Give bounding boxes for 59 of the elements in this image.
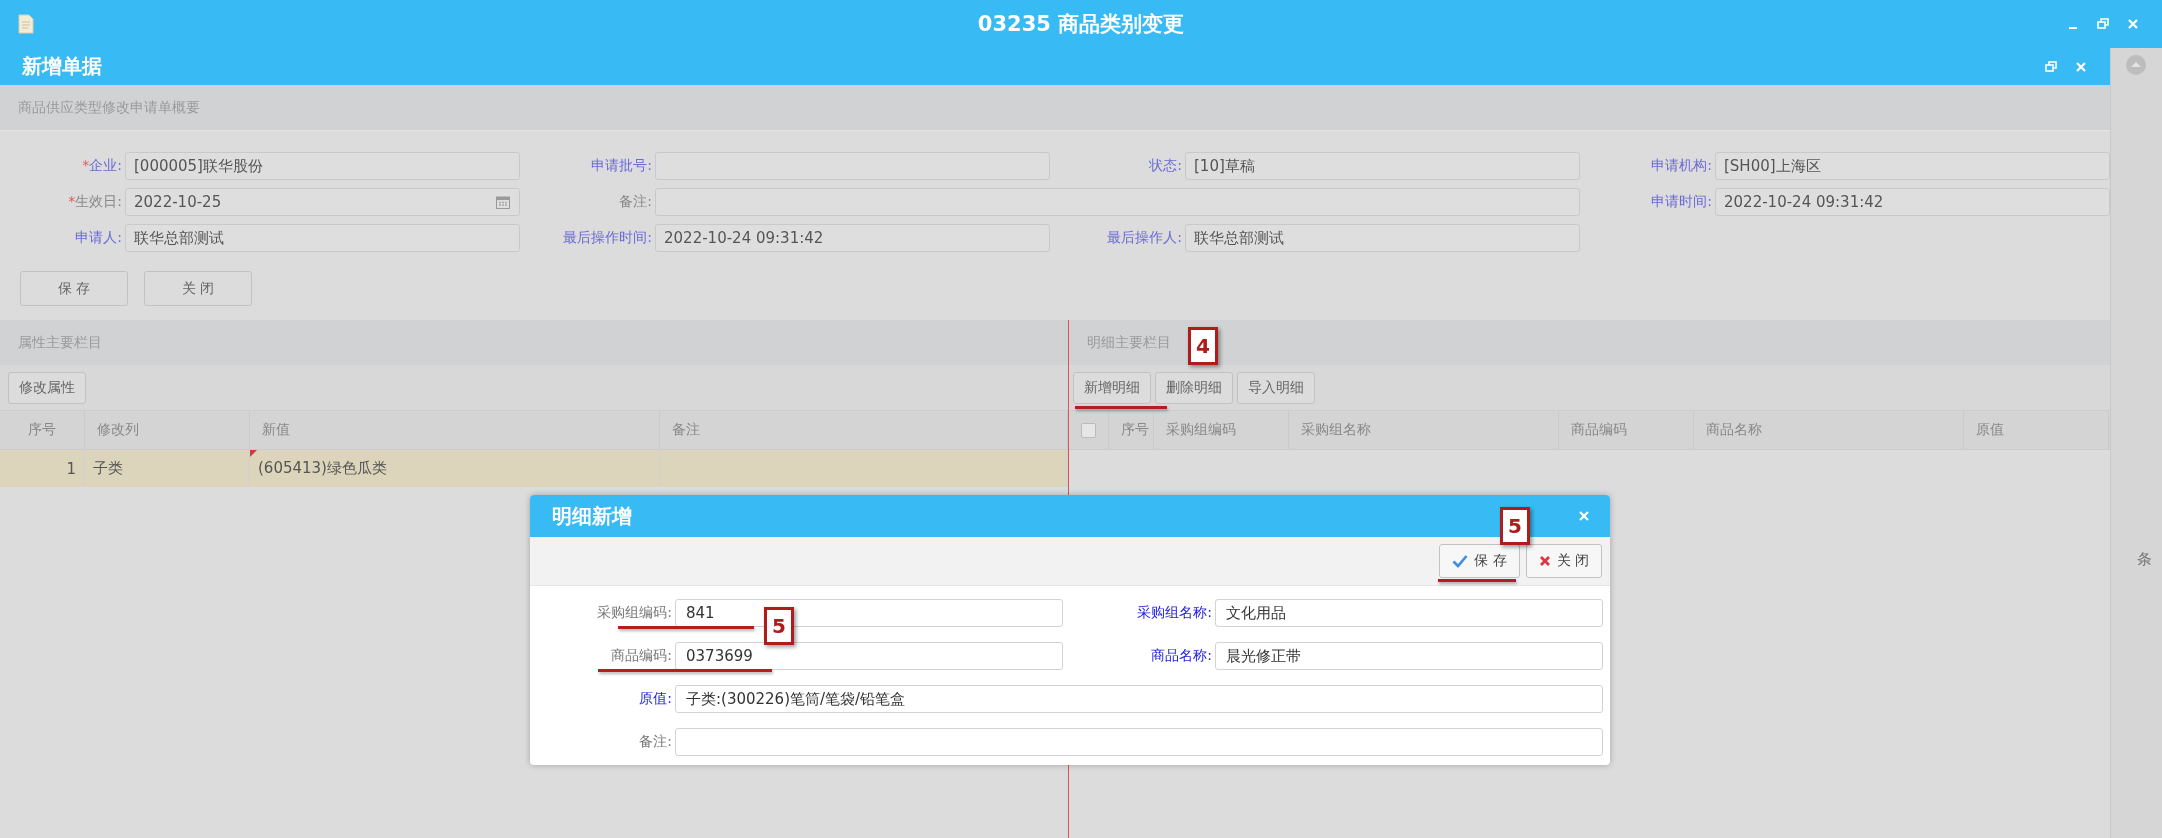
toolbar-button[interactable]: 新增明细 (1073, 371, 1151, 404)
restore-icon[interactable] (2044, 59, 2058, 74)
input-field[interactable]: [SH00]上海区 (1715, 152, 2110, 180)
check-icon (1452, 554, 1469, 568)
input-field[interactable]: 文化用品 (1215, 599, 1603, 627)
document-icon (18, 14, 34, 34)
input-field[interactable]: 子类:(300226)笔筒/笔袋/铅笔盒 (675, 685, 1603, 713)
step-number-callout: 5 (764, 607, 794, 645)
field-label: 原值: (639, 690, 672, 708)
field-label: 采购组编码: (597, 604, 672, 622)
field-label: 备注: (619, 193, 652, 211)
dialog-button[interactable]: 保 存 (1439, 544, 1520, 578)
window-title: 03235 商品类别变更 (977, 11, 1185, 38)
input-field[interactable]: 晨光修正带 (1215, 642, 1603, 670)
step-number-callout: 5 (1500, 507, 1530, 545)
scroll-up-icon[interactable] (2125, 54, 2147, 76)
field-label: 申请批号: (591, 157, 652, 175)
field-label: 最后操作时间: (563, 229, 652, 247)
close-icon[interactable] (2126, 17, 2140, 31)
field-label: 申请人: (75, 229, 122, 247)
required-mark: * (68, 193, 76, 211)
table-row[interactable]: 1 子类 (605413)绿色瓜类 (0, 450, 1068, 487)
field-label: 企业: (89, 157, 122, 175)
input-field[interactable]: 联华总部测试 (1185, 224, 1580, 252)
restore-icon[interactable] (2096, 17, 2110, 31)
field-label: 申请时间: (1651, 193, 1712, 211)
dialog-title: 明细新增 (552, 502, 632, 530)
input-field[interactable]: 2022-10-25 (125, 188, 520, 216)
input-field[interactable]: [10]草稿 (1185, 152, 1580, 180)
field-label: 最后操作人: (1107, 229, 1182, 247)
input-field[interactable]: 2022-10-24 09:31:42 (1715, 188, 2110, 216)
calendar-icon[interactable] (495, 194, 511, 210)
close-icon[interactable] (2074, 59, 2088, 74)
input-field[interactable] (675, 728, 1603, 756)
close-icon[interactable] (1578, 510, 1590, 522)
toolbar-button[interactable]: 修改属性 (8, 371, 86, 404)
field-label: 生效日: (75, 193, 122, 211)
table-cell: (605413)绿色瓜类 (250, 450, 660, 487)
field-label: 商品名称: (1151, 647, 1212, 665)
cross-icon (1538, 555, 1551, 567)
field-label: 采购组名称: (1137, 604, 1212, 622)
side-label: 条 (2137, 550, 2152, 569)
required-mark: * (82, 157, 90, 175)
input-field[interactable]: [000005]联华股份 (125, 152, 520, 180)
form-button[interactable]: 保 存 (20, 271, 128, 306)
form-button[interactable]: 关 闭 (144, 271, 252, 306)
field-label: 状态: (1149, 157, 1182, 175)
toolbar-button[interactable]: 导入明细 (1237, 371, 1315, 404)
input-field[interactable]: 联华总部测试 (125, 224, 520, 252)
field-label: 备注: (639, 733, 672, 751)
dialog-button[interactable]: 关 闭 (1525, 544, 1602, 578)
select-all-checkbox[interactable] (1081, 422, 1096, 438)
table-cell: 1 (0, 450, 85, 487)
input-field[interactable]: 2022-10-24 09:31:42 (655, 224, 1050, 252)
field-label: 商品编码: (611, 647, 672, 665)
step-number-callout: 4 (1188, 327, 1218, 365)
toolbar-button[interactable]: 删除明细 (1155, 371, 1233, 404)
document-title: 新增单据 (22, 53, 102, 80)
field-label: 申请机构: (1651, 157, 1712, 175)
